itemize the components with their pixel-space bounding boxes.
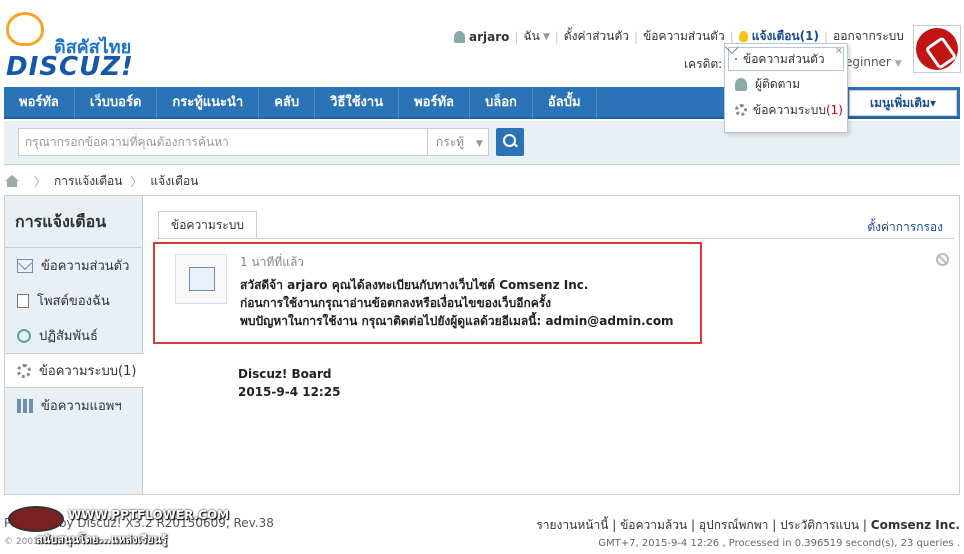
ignore-icon[interactable] — [936, 253, 949, 266]
system-message-icon — [175, 254, 227, 304]
person-icon — [735, 77, 747, 91]
footer-link-plain[interactable]: ข้อความล้วน — [620, 518, 687, 532]
recycle-icon — [17, 328, 31, 343]
nav-item-forum[interactable]: เว็บบอร์ด — [75, 87, 158, 119]
sidebar: การแจ้งเตือน ข้อความส่วนตัว โพสต์ของฉัน … — [5, 196, 144, 494]
username-link[interactable]: arjaro — [469, 30, 509, 44]
dropdown-item-system[interactable]: ข้อความระบบ (1) — [725, 97, 847, 123]
sidebar-item-pm[interactable]: ข้อความส่วนตัว — [5, 248, 142, 283]
sidebar-item-app[interactable]: ข้อความแอพฯ — [5, 388, 142, 423]
gear-icon — [17, 363, 31, 378]
message-signature: Discuz! Board 2015-9-4 12:25 — [238, 367, 341, 399]
search-type-select[interactable]: กระทู้ ▼ — [427, 128, 489, 156]
dropdown-item-followers[interactable]: ผู้ติดตาม — [725, 71, 847, 97]
user-icon — [454, 30, 465, 43]
sidebar-item-mypost[interactable]: โพสต์ของฉัน — [5, 283, 142, 318]
me-dropdown[interactable]: ฉัน — [523, 27, 539, 46]
usergroup-label[interactable]: eginner ▼ — [845, 55, 902, 69]
gear-icon — [735, 104, 747, 116]
nav-item-portal-2[interactable]: พอร์ทัล — [399, 87, 471, 119]
breadcrumb-notification[interactable]: การแจ้งเตือน — [54, 172, 122, 191]
footer-gmt: GMT+7, 2015-9-4 12:26 , Processed in 0.3… — [598, 538, 960, 549]
nav-item-blog[interactable]: บล็อก — [470, 87, 533, 119]
nav-item-group[interactable]: คลับ — [259, 87, 316, 119]
lightbulb-logo-icon — [6, 12, 44, 46]
footer-links: รายงานหน้านี้ | ข้อความล้วน | อุปกรณ์พกพ… — [536, 518, 960, 532]
nav-item-portal[interactable]: พอร์ทัล — [4, 87, 75, 119]
notification-dropdown: ✕ ข้อความส่วนตัว ผู้ติดตาม ข้อความระบบ (1… — [724, 43, 848, 133]
tab-system-message[interactable]: ข้อความระบบ — [158, 211, 257, 239]
footer-link-mobile[interactable]: อุปกรณ์พกพา — [699, 518, 769, 532]
credit-label[interactable]: เครดิต: — [684, 55, 722, 74]
search-button[interactable] — [496, 128, 524, 156]
footer-company[interactable]: Comsenz Inc. — [871, 518, 960, 532]
footer-link-report[interactable]: รายงานหน้านี้ — [536, 518, 608, 532]
message-body: สวัสดีจ้า arjaro คุณได้ลงทะเบียนกับทางเว… — [240, 278, 674, 328]
personal-settings-link[interactable]: ตั้งค่าส่วนตัว — [564, 27, 629, 46]
main-panel: การแจ้งเตือน ข้อความส่วนตัว โพสต์ของฉัน … — [4, 195, 960, 495]
more-menu-button[interactable]: เมนูเพิ่มเติม▾ — [849, 90, 957, 116]
close-icon[interactable]: ✕ — [835, 46, 843, 57]
search-input[interactable]: กรุณากรอกข้อความที่คุณต้องการค้นหา — [18, 128, 428, 156]
site-logo[interactable]: ดิสคัสไทย DISCUZ! — [6, 12, 136, 82]
sidebar-title: การแจ้งเตือน — [5, 196, 142, 248]
watermark: WWW.PPTFLOWER.COM สนับสนุนโดย...แหล่งเรี… — [8, 506, 229, 550]
avatar[interactable] — [913, 25, 961, 73]
nav-item-guide[interactable]: กระทู้แนะนำ — [157, 87, 260, 119]
breadcrumb-current: แจ้งเตือน — [150, 173, 199, 188]
logo-wordmark: DISCUZ! — [6, 52, 134, 82]
dropdown-item-pm[interactable]: ข้อความส่วนตัว — [728, 47, 844, 71]
grid-icon — [17, 398, 33, 413]
home-icon[interactable] — [4, 175, 20, 187]
system-message-item: 1 นาทีที่แล้ว สวัสดีจ้า arjaro คุณได้ลงท… — [153, 242, 702, 344]
mail-icon — [735, 58, 737, 60]
watermark-logo — [8, 506, 64, 532]
nav-item-album[interactable]: อัลบั้ม — [533, 87, 597, 119]
document-icon — [17, 293, 29, 308]
sidebar-item-interaction[interactable]: ปฏิสัมพันธ์ — [5, 318, 142, 353]
footer-link-ban[interactable]: ประวัติการแบน — [780, 518, 859, 532]
notice-bulb-icon — [738, 31, 748, 42]
message-time: 1 นาทีที่แล้ว — [240, 255, 305, 269]
nav-item-help[interactable]: วิธีใช้งาน — [315, 87, 400, 119]
sidebar-item-system[interactable]: ข้อความระบบ(1) — [5, 353, 144, 388]
filter-settings-link[interactable]: ตั้งค่าการกรอง — [867, 218, 943, 237]
mail-icon — [17, 258, 33, 273]
private-message-link[interactable]: ข้อความส่วนตัว — [643, 27, 725, 46]
breadcrumb: 〉 การแจ้งเตือน 〉 แจ้งเตือน — [4, 171, 198, 191]
